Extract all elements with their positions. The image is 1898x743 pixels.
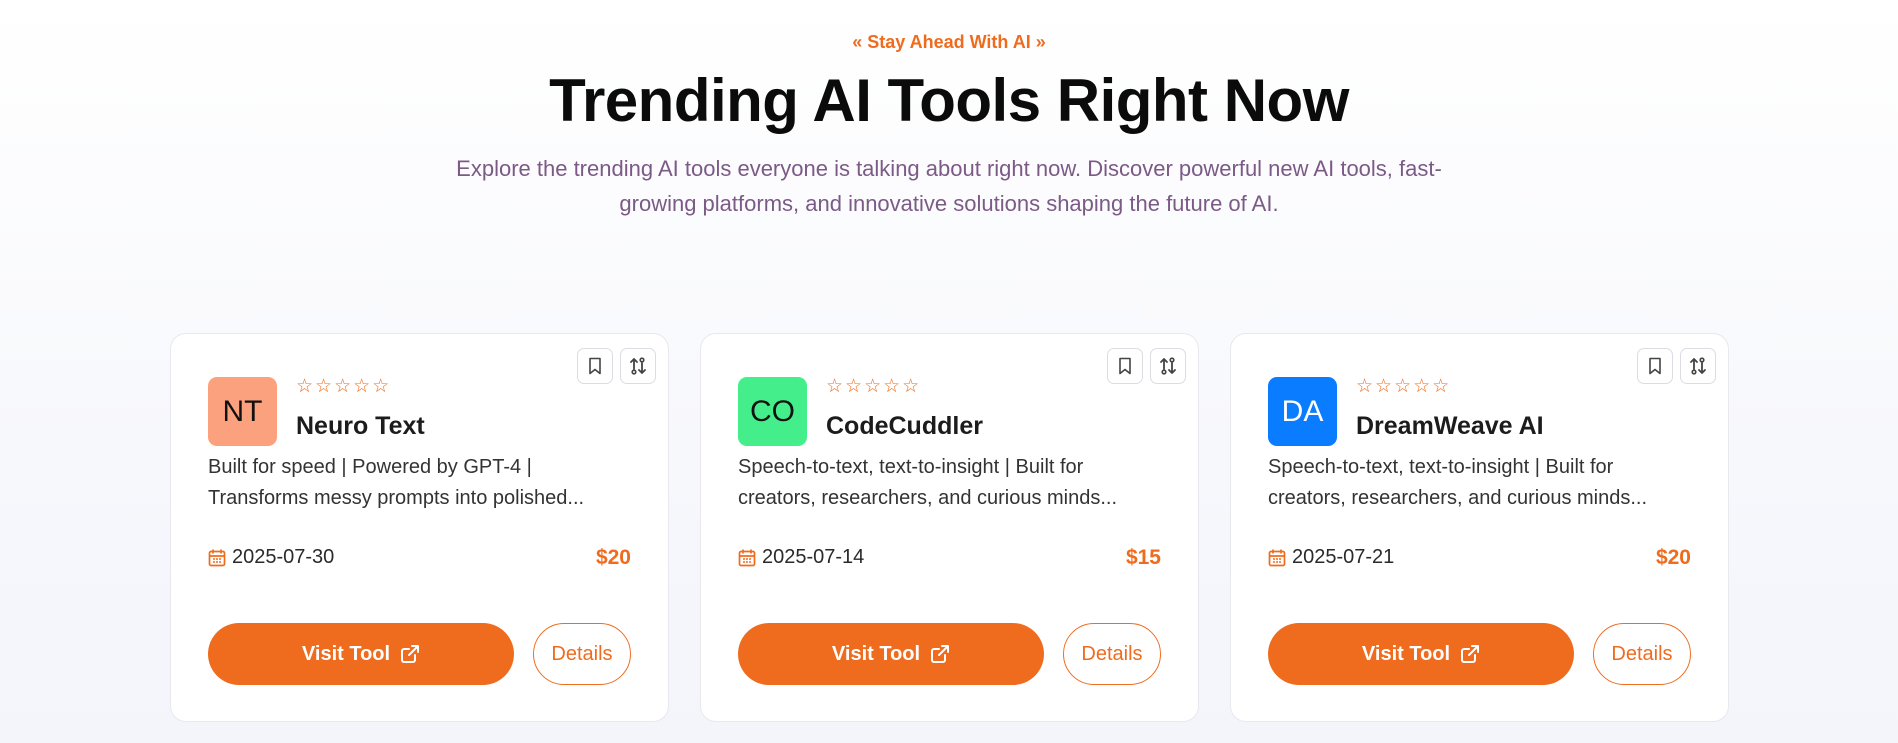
rating-stars: ☆☆☆☆☆ bbox=[826, 376, 922, 397]
tool-description: Built for speed | Powered by GPT-4 | Tra… bbox=[208, 456, 585, 509]
tool-description: Speech-to-text, text-to-insight | Built … bbox=[738, 456, 1118, 509]
date-row: 2025-07-30 bbox=[208, 546, 334, 569]
tool-avatar: DA bbox=[1268, 377, 1337, 446]
tool-name: Neuro Text bbox=[296, 412, 425, 440]
rating-stars: ☆☆☆☆☆ bbox=[296, 376, 392, 397]
tool-card: CO ☆☆☆☆☆ CodeCuddler Speech-to-text, tex… bbox=[700, 333, 1199, 722]
tool-price: $20 bbox=[595, 546, 631, 569]
section-header: « Stay Ahead With AI » Trending AI Tools… bbox=[0, 0, 1898, 221]
tool-name: CodeCuddler bbox=[826, 412, 983, 440]
page-title: Trending AI Tools Right Now bbox=[549, 67, 1349, 134]
details-button[interactable]: Details bbox=[533, 623, 631, 685]
launch-date: 2025-07-30 bbox=[232, 546, 335, 568]
external-link-icon bbox=[1461, 645, 1480, 663]
visit-tool-button[interactable]: Visit Tool bbox=[738, 623, 1044, 685]
bookmark-button[interactable] bbox=[577, 348, 613, 384]
external-link-icon bbox=[401, 645, 420, 663]
compare-icon bbox=[1160, 357, 1176, 375]
tool-price: $15 bbox=[1125, 546, 1161, 569]
visit-tool-label: Visit Tool bbox=[301, 642, 391, 665]
tool-card: DA ☆☆☆☆☆ DreamWeave AI Speech-to-text, t… bbox=[1230, 333, 1729, 722]
compare-button[interactable] bbox=[1680, 348, 1716, 384]
compare-button[interactable] bbox=[1150, 348, 1186, 384]
page-subtitle: Explore the trending AI tools everyone i… bbox=[456, 156, 1442, 216]
launch-date: 2025-07-14 bbox=[762, 546, 865, 568]
bookmark-button[interactable] bbox=[1107, 348, 1143, 384]
calendar-icon bbox=[1268, 549, 1286, 566]
launch-date: 2025-07-21 bbox=[1292, 546, 1395, 568]
calendar-icon bbox=[208, 549, 226, 566]
tool-avatar: NT bbox=[208, 377, 277, 446]
bookmark-icon bbox=[1119, 357, 1131, 375]
tool-name: DreamWeave AI bbox=[1356, 412, 1544, 440]
date-row: 2025-07-21 bbox=[1268, 546, 1394, 569]
compare-icon bbox=[1690, 357, 1706, 375]
compare-icon bbox=[630, 357, 646, 375]
tool-cards: NT ☆☆☆☆☆ Neuro Text Built for speed | Po… bbox=[170, 333, 1729, 722]
tool-price: $20 bbox=[1655, 546, 1691, 569]
external-link-icon bbox=[931, 645, 950, 663]
bookmark-icon bbox=[1649, 357, 1661, 375]
visit-tool-button[interactable]: Visit Tool bbox=[208, 623, 514, 685]
details-button[interactable]: Details bbox=[1593, 623, 1691, 685]
tool-avatar: CO bbox=[738, 377, 807, 446]
compare-button[interactable] bbox=[620, 348, 656, 384]
bookmark-icon bbox=[589, 357, 601, 375]
tool-card: NT ☆☆☆☆☆ Neuro Text Built for speed | Po… bbox=[170, 333, 669, 722]
date-row: 2025-07-14 bbox=[738, 546, 864, 569]
visit-tool-label: Visit Tool bbox=[1361, 642, 1451, 665]
visit-tool-button[interactable]: Visit Tool bbox=[1268, 623, 1574, 685]
tool-description: Speech-to-text, text-to-insight | Built … bbox=[1268, 456, 1648, 509]
bookmark-button[interactable] bbox=[1637, 348, 1673, 384]
rating-stars: ☆☆☆☆☆ bbox=[1356, 376, 1452, 397]
calendar-icon bbox=[738, 549, 756, 566]
visit-tool-label: Visit Tool bbox=[831, 642, 921, 665]
eyebrow-label: « Stay Ahead With AI » bbox=[852, 32, 1046, 52]
details-button[interactable]: Details bbox=[1063, 623, 1161, 685]
